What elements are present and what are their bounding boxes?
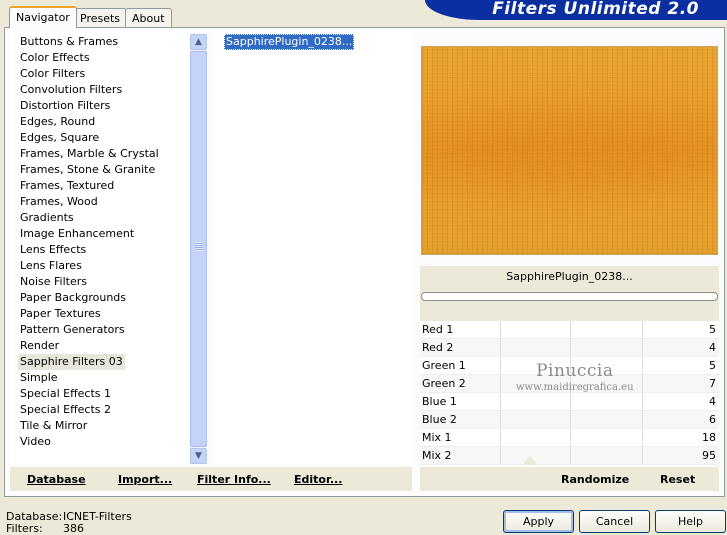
slider-row[interactable]: Blue 2 6 [420, 411, 719, 429]
slider-label: Red 2 [422, 341, 454, 354]
tab-presets[interactable]: Presets [73, 8, 128, 27]
slider-value: 6 [709, 413, 716, 426]
plugin-name-label: SapphirePlugin_0238... [506, 270, 633, 283]
slider-value: 5 [709, 359, 716, 372]
status-filters-value: 386 [63, 522, 84, 535]
status-filters-label: Filters: [6, 522, 43, 535]
editor-button[interactable]: Editor... [294, 473, 342, 486]
category-item[interactable]: Pattern Generators [18, 322, 127, 338]
progress-bar [421, 292, 718, 301]
tab-label: Navigator [16, 11, 70, 24]
slider-value: 18 [702, 431, 716, 444]
category-item[interactable]: Sapphire Filters 03 [18, 354, 125, 370]
slider-label: Red 1 [422, 323, 454, 336]
category-item[interactable]: Frames, Wood [18, 194, 100, 210]
category-item[interactable]: Simple [18, 370, 60, 386]
slider-value: 95 [702, 449, 716, 462]
filter-info-button[interactable]: Filter Info... [197, 473, 271, 486]
category-item[interactable]: Gradients [18, 210, 76, 226]
tab-label: Presets [80, 12, 121, 25]
cancel-button[interactable]: Cancel [579, 510, 650, 533]
slider-label: Blue 1 [422, 395, 457, 408]
category-item[interactable]: Lens Effects [18, 242, 88, 258]
slider-value: 7 [709, 377, 716, 390]
reset-button[interactable]: Reset [660, 473, 695, 486]
filter-item-selected[interactable]: SapphirePlugin_0238... [224, 34, 355, 50]
tab-about[interactable]: About [125, 8, 172, 27]
watermark-name: Pinuccia [536, 361, 614, 381]
filter-list[interactable] [214, 32, 412, 464]
category-item[interactable]: Color Effects [18, 50, 92, 66]
slider-row[interactable]: Blue 1 4 [420, 393, 719, 411]
category-item[interactable]: Lens Flares [18, 258, 84, 274]
scroll-thumb[interactable] [190, 51, 207, 447]
slider-label: Green 2 [422, 377, 466, 390]
category-item[interactable]: Noise Filters [18, 274, 89, 290]
category-item[interactable]: Color Filters [18, 66, 87, 82]
category-item[interactable]: Paper Textures [18, 306, 103, 322]
category-item[interactable]: Convolution Filters [18, 82, 124, 98]
slider-label: Mix 2 [422, 449, 452, 462]
apply-button[interactable]: Apply [503, 510, 574, 533]
tab-label: About [132, 12, 165, 25]
category-item[interactable]: Edges, Square [18, 130, 101, 146]
database-button[interactable]: Database [27, 473, 86, 486]
scroll-down-button[interactable]: ▼ [190, 448, 207, 464]
scroll-up-button[interactable]: ▲ [190, 34, 207, 50]
tab-navigator[interactable]: Navigator [9, 6, 77, 28]
category-item[interactable]: Edges, Round [18, 114, 97, 130]
slider-row[interactable]: Mix 2 95 [420, 447, 719, 465]
help-button[interactable]: Help [655, 510, 726, 533]
category-list[interactable]: Buttons & Frames Color Effects Color Filte… [10, 32, 208, 464]
category-item[interactable]: Video [18, 434, 53, 450]
category-item[interactable]: Special Effects 1 [18, 386, 113, 402]
preview-image [421, 46, 718, 255]
category-item[interactable]: Render [18, 338, 61, 354]
slider-label: Blue 2 [422, 413, 457, 426]
category-item[interactable]: Paper Backgrounds [18, 290, 128, 306]
slider-value: 4 [709, 395, 716, 408]
watermark-site: www.maidiregrafica.eu [516, 382, 634, 393]
category-item[interactable]: Frames, Textured [18, 178, 116, 194]
slider-label: Green 1 [422, 359, 466, 372]
category-item[interactable]: Image Enhancement [18, 226, 136, 242]
category-item[interactable]: Distortion Filters [18, 98, 112, 114]
import-button[interactable]: Import... [118, 473, 172, 486]
app-title: Filters Unlimited 2.0 [492, 0, 699, 19]
slider-label: Mix 1 [422, 431, 452, 444]
category-scrollbar[interactable]: ▲ ▼ [190, 34, 207, 464]
title-banner: Filters Unlimited 2.0 [425, 0, 727, 20]
category-item[interactable]: Special Effects 2 [18, 402, 113, 418]
slider-row[interactable]: Red 2 4 [420, 339, 719, 357]
slider-value: 5 [709, 323, 716, 336]
slider-pointer-icon [522, 456, 538, 465]
category-item[interactable]: Tile & Mirror [18, 418, 89, 434]
randomize-button[interactable]: Randomize [561, 473, 629, 486]
slider-row[interactable]: Mix 1 18 [420, 429, 719, 447]
watermark: Pinuccia www.maidiregrafica.eu [516, 363, 634, 393]
status-filters: Filters: 386 [6, 522, 84, 535]
category-item[interactable]: Frames, Marble & Crystal [18, 146, 161, 162]
slider-row[interactable]: Red 1 5 [420, 321, 719, 339]
category-item[interactable]: Frames, Stone & Granite [18, 162, 157, 178]
category-item[interactable]: Buttons & Frames [18, 34, 120, 50]
slider-value: 4 [709, 341, 716, 354]
grip-icon [195, 242, 203, 251]
